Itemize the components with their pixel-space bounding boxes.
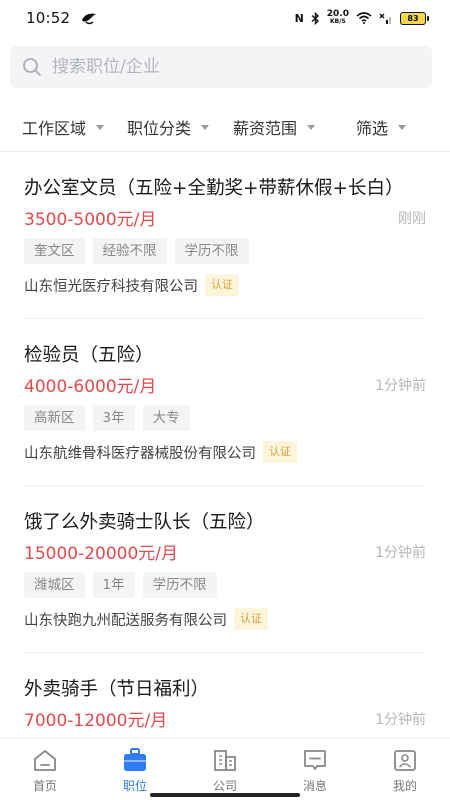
job-card[interactable]: 办公室文员（五险+全勤奖+带薪休假+长白） 3500-5000元/月 刚刚 奎文… — [24, 152, 426, 319]
nav-profile[interactable]: 我的 — [360, 739, 450, 800]
wifi-icon — [356, 12, 372, 24]
company-name: 山东恒光医疗科技有限公司 — [24, 278, 198, 295]
job-title: 饿了么外卖骑士队长（五险） — [24, 512, 265, 533]
company-row: 山东航维骨科医疗器械股份有限公司 认证 — [24, 441, 297, 463]
filter-label: 薪资范围 — [233, 119, 298, 138]
job-tag: 1年 — [92, 572, 135, 598]
filter-label: 工作区域 — [22, 119, 87, 138]
bottom-nav: 首页 职位 公司 消息 我的 — [0, 738, 450, 800]
filter-label: 职位分类 — [127, 119, 192, 138]
filter-job-category[interactable]: 职位分类 — [127, 115, 210, 139]
message-icon — [304, 750, 326, 770]
job-tag: 学历不限 — [142, 572, 217, 598]
nav-label: 职位 — [122, 779, 147, 793]
job-salary: 3500-5000元/月 — [24, 210, 157, 230]
nav-messages[interactable]: 消息 — [270, 739, 360, 800]
job-salary: 7000-12000元/月 — [24, 711, 168, 731]
company-row: 山东恒光医疗科技有限公司 认证 — [24, 274, 239, 296]
company-name: 山东航维骨科医疗器械股份有限公司 — [24, 445, 256, 462]
notification-bird-icon — [82, 13, 97, 25]
chevron-down-icon — [96, 124, 105, 130]
job-tag: 大专 — [142, 405, 190, 431]
home-indicator[interactable] — [150, 793, 300, 797]
search-input[interactable] — [52, 57, 412, 77]
job-list: 办公室文员（五险+全勤奖+带薪休假+长白） 3500-5000元/月 刚刚 奎文… — [0, 152, 450, 800]
job-tag: 学历不限 — [174, 238, 249, 264]
net-speed-value: 20.0 — [326, 9, 349, 19]
certified-badge: 认证 — [263, 441, 297, 463]
job-tags: 奎文区 经验不限 学历不限 — [24, 238, 249, 264]
nav-label: 我的 — [392, 779, 417, 793]
net-speed-unit: KB/S — [330, 18, 346, 25]
building-icon — [214, 750, 236, 771]
job-salary: 4000-6000元/月 — [24, 377, 157, 397]
job-post-time: 1分钟前 — [375, 545, 426, 561]
job-post-time: 1分钟前 — [375, 378, 426, 394]
job-title: 检验员（五险） — [24, 345, 154, 366]
job-salary: 15000-20000元/月 — [24, 544, 179, 564]
job-tag: 高新区 — [24, 405, 85, 431]
status-time: 10:52 — [26, 9, 71, 27]
nav-home[interactable]: 首页 — [0, 739, 90, 800]
job-tags: 高新区 3年 大专 — [24, 405, 190, 431]
job-card[interactable]: 检验员（五险） 4000-6000元/月 1分钟前 高新区 3年 大专 山东航维… — [24, 319, 426, 486]
filter-work-area[interactable]: 工作区域 — [22, 115, 105, 139]
search-icon — [23, 58, 41, 76]
search-bar[interactable] — [10, 46, 432, 88]
status-icons: Ν 20.0 KB/S 83 — [294, 10, 429, 26]
job-title: 外卖骑手（节日福利） — [24, 679, 210, 700]
job-tag: 潍城区 — [24, 572, 85, 598]
chevron-down-icon — [201, 124, 210, 130]
nav-label: 首页 — [32, 779, 57, 793]
nav-label: 公司 — [212, 779, 237, 793]
profile-icon — [394, 750, 416, 771]
chevron-down-icon — [398, 124, 407, 130]
bluetooth-icon — [311, 11, 319, 25]
signal-off-icon — [379, 13, 391, 24]
filter-screen[interactable]: 筛选 — [356, 115, 407, 139]
job-tag: 经验不限 — [92, 238, 167, 264]
battery-icon: 83 — [400, 11, 429, 25]
certified-badge: 认证 — [234, 608, 268, 630]
nav-label: 消息 — [302, 779, 327, 793]
nav-jobs[interactable]: 职位 — [90, 739, 180, 800]
job-tag: 奎文区 — [24, 238, 85, 264]
company-row: 山东快跑九州配送服务有限公司 认证 — [24, 608, 268, 630]
certified-badge: 认证 — [205, 274, 239, 296]
home-icon — [34, 750, 56, 771]
company-name: 山东快跑九州配送服务有限公司 — [24, 612, 227, 629]
status-bar: 10:52 Ν 20.0 KB/S 83 — [0, 0, 450, 36]
filter-salary-range[interactable]: 薪资范围 — [233, 115, 316, 139]
job-post-time: 1分钟前 — [375, 712, 426, 728]
chevron-down-icon — [307, 124, 316, 130]
battery-level: 83 — [407, 13, 419, 23]
job-post-time: 刚刚 — [398, 211, 426, 227]
job-tag: 3年 — [92, 405, 135, 431]
nfc-icon: Ν — [294, 11, 304, 25]
briefcase-icon — [124, 748, 146, 771]
filter-label: 筛选 — [356, 119, 389, 138]
job-tags: 潍城区 1年 学历不限 — [24, 572, 217, 598]
job-card[interactable]: 饿了么外卖骑士队长（五险） 15000-20000元/月 1分钟前 潍城区 1年… — [24, 486, 426, 653]
nav-company[interactable]: 公司 — [180, 739, 270, 800]
job-title: 办公室文员（五险+全勤奖+带薪休假+长白） — [24, 178, 404, 199]
net-speed: 20.0 KB/S — [327, 10, 349, 26]
filter-bar: 工作区域 职位分类 薪资范围 筛选 — [0, 104, 450, 146]
